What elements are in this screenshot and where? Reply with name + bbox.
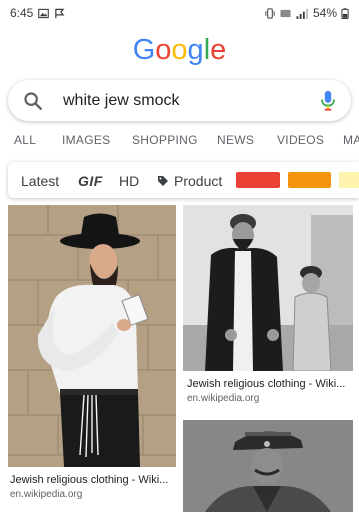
search-box[interactable]: white jew smock <box>8 80 351 121</box>
result-title[interactable]: Jewish religious clothing - Wiki... <box>10 474 176 486</box>
filter-product[interactable]: Product <box>174 173 222 189</box>
logo-letter: o <box>171 34 188 66</box>
logo-letter: e <box>210 34 227 66</box>
tab-videos[interactable]: VIDEOS <box>277 133 324 147</box>
image-result[interactable]: Jewish religious clothing - Wiki... en.w… <box>183 205 353 410</box>
google-logo: Google <box>0 34 359 67</box>
image-result[interactable] <box>183 420 353 512</box>
volte-icon <box>280 9 291 17</box>
filter-latest[interactable]: Latest <box>21 173 59 189</box>
status-left: 6:45 <box>10 6 65 20</box>
tag-icon <box>158 176 168 186</box>
image-result[interactable]: Jewish religious clothing - Wiki... en.w… <box>8 205 176 505</box>
color-chip-orange[interactable] <box>288 172 331 188</box>
result-title[interactable]: Jewish religious clothing - Wiki... <box>187 378 353 390</box>
filter-gif[interactable]: GIF <box>78 173 103 189</box>
color-chip-yellow[interactable] <box>339 172 359 188</box>
flag-notification-icon <box>55 8 65 18</box>
battery-icon <box>341 7 349 19</box>
status-right: 54% <box>264 6 349 20</box>
image-notification-icon <box>38 8 50 18</box>
filter-bar: Latest GIF HD Product <box>8 162 359 198</box>
result-thumbnail-image <box>183 420 353 512</box>
tab-images[interactable]: IMAGES <box>62 133 110 147</box>
result-thumbnail-image <box>183 205 353 371</box>
tab-all[interactable]: ALL <box>14 133 36 147</box>
microphone-icon[interactable] <box>319 90 337 112</box>
result-source: en.wikipedia.org <box>10 489 83 500</box>
signal-icon <box>296 8 308 19</box>
tab-news[interactable]: NEWS <box>217 133 254 147</box>
result-source: en.wikipedia.org <box>187 393 260 404</box>
logo-letter: o <box>155 34 172 66</box>
filter-hd[interactable]: HD <box>119 173 139 189</box>
search-icon[interactable] <box>22 90 44 112</box>
color-chip-red[interactable] <box>236 172 280 188</box>
search-tabs: ALL IMAGES SHOPPING NEWS VIDEOS MA <box>0 125 359 155</box>
search-input[interactable]: white jew smock <box>63 92 319 110</box>
result-thumbnail[interactable] <box>8 205 176 467</box>
vibrate-icon <box>265 7 275 19</box>
result-thumbnail-image <box>8 205 176 467</box>
result-thumbnail[interactable] <box>183 205 353 371</box>
logo-letter: g <box>187 34 204 66</box>
result-thumbnail[interactable] <box>183 420 353 512</box>
status-time: 6:45 <box>10 6 34 20</box>
tab-shopping[interactable]: SHOPPING <box>132 133 198 147</box>
logo-letter: G <box>132 34 156 66</box>
battery-percent: 54% <box>312 6 337 20</box>
tab-more[interactable]: MA <box>343 133 359 147</box>
status-bar: 6:45 54% <box>0 0 359 26</box>
